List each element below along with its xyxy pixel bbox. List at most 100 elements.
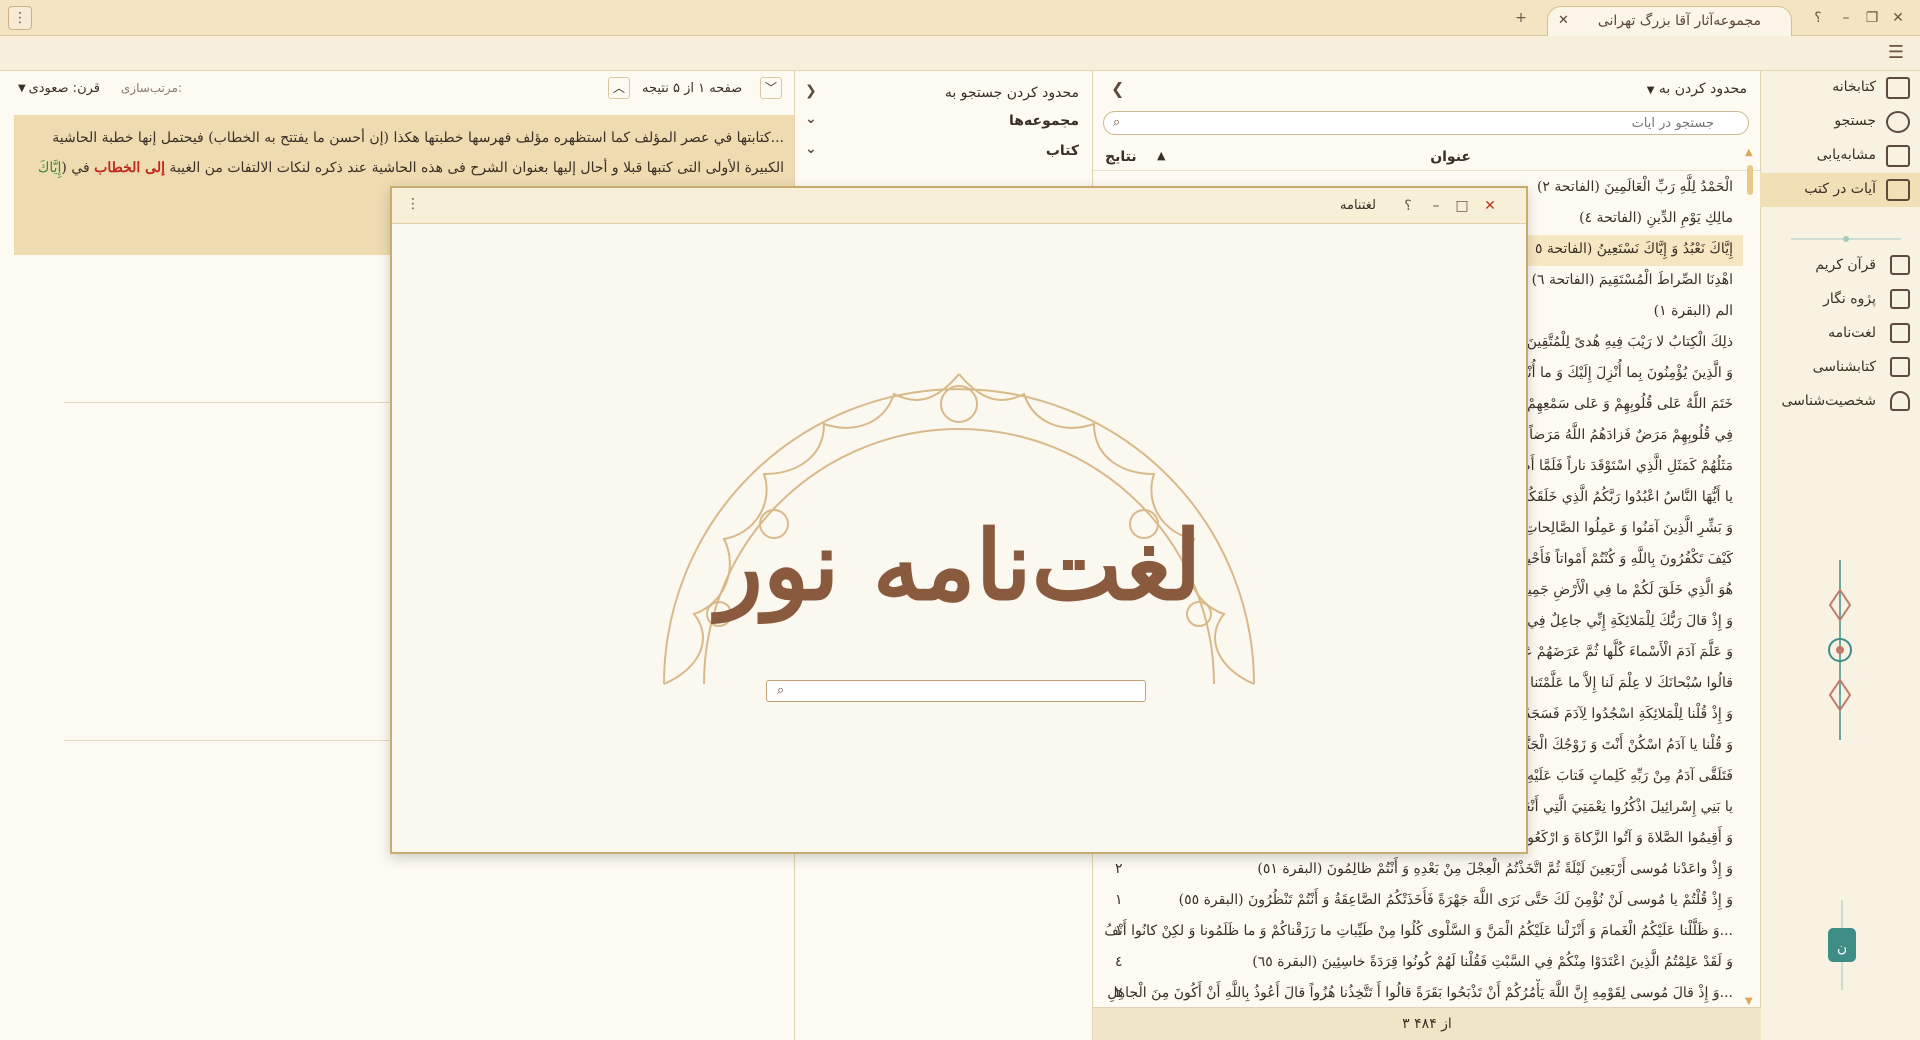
sidebar-item-library[interactable]: کتابخانه [1760, 71, 1920, 105]
chevron-right-icon[interactable]: ❯ [805, 83, 817, 99]
hamburger-menu-icon[interactable]: ☰ [1886, 44, 1906, 62]
sidebar-item-verses[interactable]: آیات در کتب [1760, 173, 1920, 207]
app-logo-icon: ن [1828, 900, 1856, 990]
divider-ornament [1791, 236, 1901, 242]
text-segment: الكبيرة الأولى التى كتبها قبلا و أحال إل… [164, 160, 784, 176]
sidebar-link-quran[interactable]: قرآن کریم [1760, 251, 1920, 281]
verse-title: الْحَمْدُ لِلَّهِ رَبِّ الْعَالَمِينَ (ا… [1536, 179, 1733, 195]
dialog-title-bar: ⋮ لغتنامه ؟ – □ ✕ [392, 188, 1526, 224]
similar-icon [1886, 145, 1910, 167]
verse-title: خَتَمَ اللَّهُ عَلى قُلُوبِهِمْ وَ عَلى … [1527, 396, 1733, 412]
verse-title: فَتَلَقَّى آدَمُ مِنْ رَبِّهِ كَلِماتٍ ف… [1526, 768, 1733, 784]
quran-icon [1890, 255, 1910, 275]
result-count: ٤ [1115, 954, 1123, 970]
verse-title: وَ إِذْ قالَ رَبُّكَ لِلْمَلائِكَةِ إِنِ… [1527, 613, 1733, 629]
dialog-body: لغت‌نامه نور ⌕ [392, 224, 1526, 852]
column-results[interactable]: نتایج [1105, 149, 1137, 165]
bibliography-icon [1890, 357, 1910, 377]
verse-title: اهْدِنَا الصِّراطَ الْمُسْتَقِيمَ (الفات… [1531, 272, 1733, 288]
sidebar-item-search[interactable]: جستجو [1760, 105, 1920, 139]
verse-title: وَ لَقَدْ عَلِمْتُمُ الَّذِينَ اعْتَدَوْ… [1252, 954, 1733, 970]
results-scrollbar[interactable]: ▲ ▼ [1745, 147, 1755, 1007]
restore-button[interactable]: ❐ [1862, 8, 1882, 28]
verse-title: وَ إِذْ قُلْنا لِلْمَلائِكَةِ اسْجُدُوا … [1513, 706, 1733, 722]
next-result-button[interactable]: ﹀ [760, 77, 782, 99]
sort-label: مرتب‌سازی: [120, 81, 182, 95]
verse-result-row[interactable]: وَ إِذْ قالَ مُوسى لِقَوْمِهِ إِنَّ اللَ… [1093, 979, 1743, 1010]
dictionary-logo-icon: لغت‌نامه نور [663, 373, 1255, 685]
verse-title: وَ عَلَّمَ آدَمَ الْأَسْماءَ كُلَّها ثُم… [1507, 644, 1733, 660]
sidebar-link-label: کتابشناسی [1812, 359, 1876, 375]
filter-header[interactable]: محدود کردن جستجو به ❯ [795, 79, 1093, 109]
verse-result-row[interactable]: وَ لَقَدْ عَلِمْتُمُ الَّذِينَ اعْتَدَوْ… [1093, 948, 1743, 979]
help-button[interactable]: ؟ [1808, 8, 1828, 28]
results-column-headers: عنوان ▲ نتایج [1093, 145, 1761, 171]
person-icon [1890, 391, 1910, 411]
minimize-button[interactable]: – [1836, 8, 1856, 28]
filter-collections[interactable]: مجموعه‌ها ⌄ [795, 107, 1093, 137]
result-count: ٢ [1115, 861, 1123, 877]
verses-search-input[interactable] [1103, 111, 1749, 135]
sidebar-item-similar[interactable]: مشابه‌یابی [1760, 139, 1920, 173]
document-line: الكبيرة الأولى التى كتبها قبلا و أحال إل… [14, 153, 784, 183]
verse-title: مَثَلُهُمْ كَمَثَلِ الَّذِي اسْتَوْقَدَ … [1494, 458, 1733, 474]
new-tab-button[interactable]: + [1511, 8, 1531, 28]
sidebar-link-label: لغت‌نامه [1828, 325, 1876, 341]
filter-title: محدود کردن جستجو به [944, 85, 1079, 101]
sidebar-item-label: مشابه‌یابی [1816, 147, 1876, 163]
sort-value[interactable]: قرن: صعودی [29, 81, 100, 96]
title-bar: ⋮ ✕ مجموعه‌آثار آقا بزرگ تهرانی + ؟ – ❐ … [0, 0, 1920, 36]
filter-label: کتاب [1045, 143, 1079, 159]
search-icon [1886, 111, 1910, 133]
tab-main[interactable]: ✕ مجموعه‌آثار آقا بزرگ تهرانی [1547, 6, 1792, 36]
sort-asc-icon[interactable]: ▲ [1157, 149, 1165, 162]
document-line: ...كتابتها في عصر المؤلف كما استظهره مؤل… [14, 123, 784, 153]
results-count: ۳ از ۴۸۴ [1093, 1007, 1761, 1040]
dictionary-search-input[interactable]: ⌕ [766, 680, 1146, 702]
verse-result-row[interactable]: وَ ظَلَّلْنا عَلَيْكُمُ الْغَمامَ وَ أَن… [1093, 917, 1743, 948]
verse-title: وَ إِذْ واعَدْنا مُوسى أَرْبَعِينَ لَيْل… [1257, 861, 1733, 877]
dialog-minimize-button[interactable]: – [1426, 196, 1446, 216]
text-segment: في ( [61, 160, 95, 176]
dialog-maximize-button[interactable]: □ [1452, 196, 1472, 216]
scroll-down-icon[interactable]: ▼ [1745, 996, 1753, 1007]
verse-result-row[interactable]: وَ إِذْ واعَدْنا مُوسى أَرْبَعِينَ لَيْل… [1093, 855, 1743, 886]
verse-title: الم (البقرة ١) [1653, 303, 1733, 319]
sidebar-link-label: قرآن کریم [1815, 257, 1876, 273]
document-header: ▼ قرن: صعودی مرتب‌سازی: ︿ صفحه ۱ از ۵ نت… [0, 71, 794, 111]
dialog-close-button[interactable]: ✕ [1480, 196, 1500, 216]
verse-title: وَ قُلْنا يا آدَمُ اسْكُنْ أَنْتَ وَ زَو… [1518, 737, 1733, 753]
search-icon: ⌕ [1113, 115, 1121, 130]
scroll-up-icon[interactable]: ▲ [1745, 147, 1753, 158]
dictionary-icon [1890, 323, 1910, 343]
verse-result-row[interactable]: وَ إِذْ قُلْتُمْ يا مُوسى لَنْ نُؤْمِنَ … [1093, 886, 1743, 917]
close-tab-icon[interactable]: ✕ [1558, 13, 1569, 28]
sidebar-item-label: کتابخانه [1832, 79, 1876, 95]
verse-title: وَ بَشِّرِ الَّذِينَ آمَنُوا وَ عَمِلُوا… [1505, 520, 1733, 536]
result-count: ٢ [1115, 985, 1123, 1001]
collapse-arrow-icon[interactable]: ❮ [1111, 79, 1124, 98]
limit-dropdown[interactable]: ▼ محدود کردن به [1641, 81, 1747, 97]
verse-title: إِيَّاكَ نَعْبُدُ وَ إِيَّاكَ نَسْتَعِين… [1534, 241, 1733, 257]
verse-title: هُوَ الَّذِي خَلَقَ لَكُمْ ما فِي الْأَر… [1516, 582, 1733, 598]
sidebar-link-bibliography[interactable]: کتابشناسی [1760, 353, 1920, 383]
prev-result-button[interactable]: ︿ [608, 77, 630, 99]
column-title[interactable]: عنوان [1430, 149, 1471, 165]
app-menu-button[interactable]: ⋮ [8, 6, 32, 30]
text-segment: ...كتابتها في عصر المؤلف كما استظهره مؤل… [52, 130, 784, 146]
close-window-button[interactable]: ✕ [1888, 8, 1908, 28]
sidebar-link-notes[interactable]: پژوه نگار [1760, 285, 1920, 315]
scroll-thumb[interactable] [1747, 165, 1753, 195]
verse-title: وَ أَقِيمُوا الصَّلاةَ وَ آتُوا الزَّكاة… [1503, 830, 1733, 846]
sidebar-link-persons[interactable]: شخصیت‌شناسی [1760, 387, 1920, 417]
dictionary-dialog: ⋮ لغتنامه ؟ – □ ✕ لغت‌نامه ن [390, 186, 1528, 854]
dialog-help-button[interactable]: ؟ [1398, 196, 1418, 216]
dialog-menu-icon[interactable]: ⋮ [406, 196, 420, 212]
verse-title: وَ ظَلَّلْنا عَلَيْكُمُ الْغَمامَ وَ أَن… [1104, 923, 1733, 939]
sidebar-link-dictionary[interactable]: لغت‌نامه [1760, 319, 1920, 349]
filter-book[interactable]: کتاب ⌄ [795, 137, 1093, 167]
sort-dropdown-icon[interactable]: ▼ [18, 83, 26, 94]
sidebar: کتابخانه جستجو مشابه‌یابی آیات در کتب قر… [1760, 71, 1920, 1040]
verse-title: يا أَيُّهَا النَّاسُ اعْبُدُوا رَبَّكُمُ… [1519, 489, 1733, 505]
verse-title: وَ الَّذِينَ يُؤْمِنُونَ بِما أُنْزِلَ إ… [1509, 365, 1733, 381]
